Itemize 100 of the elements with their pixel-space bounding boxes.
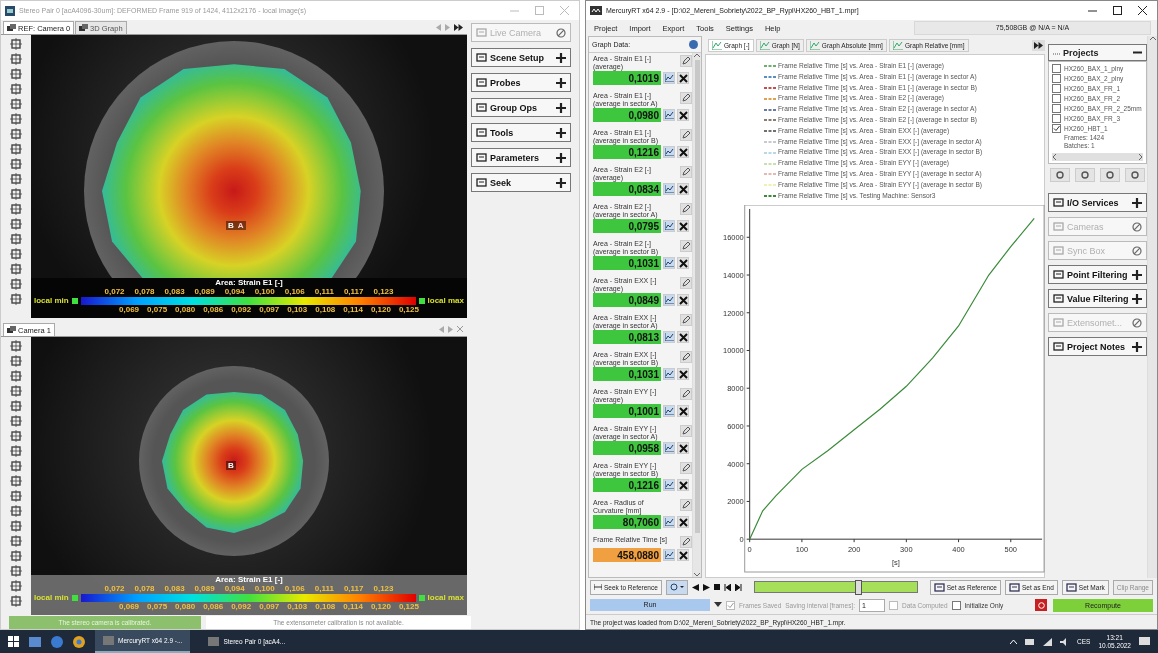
stop-button[interactable] [1035,599,1047,611]
app-icon [590,6,602,15]
grid-icon [10,218,22,230]
scale-tick-label: 0,111 [314,287,334,296]
chart-button[interactable] [663,516,675,528]
chart-button[interactable] [663,549,675,561]
panel-button[interactable]: Scene Setup [471,48,571,67]
chart-icon [664,111,674,119]
scale-tick-label: 0,103 [287,602,308,611]
right-arrow-icon [448,325,453,333]
power-icon [1037,601,1045,609]
loop-button[interactable] [665,579,688,595]
panel-button[interactable]: Group Ops [471,98,571,117]
legend-line-icon [764,64,776,69]
chart-icon [664,148,674,156]
project-tool-button[interactable] [1050,168,1071,182]
chart-icon [664,222,674,230]
probe-label: B [228,461,234,470]
colorbar-title: Area: Strain E1 [-] [215,575,283,584]
project-tool-button[interactable] [1075,168,1096,182]
legend-line-icon [764,172,776,177]
scale-tick-label: 0,094 [224,287,245,296]
chart-button[interactable] [663,368,675,380]
scale-tick-label: 0,114 [343,305,363,314]
skip-end-icon [734,583,742,591]
projects-header[interactable]: Projects [1048,44,1147,61]
chart-button[interactable] [663,146,675,158]
value-display: 0,1001 [593,404,661,418]
app-icon [5,5,15,16]
disabled-icon [1132,221,1142,232]
checkbox[interactable] [1052,64,1061,73]
chart-button[interactable] [663,442,675,454]
value-display: 0,1031 [593,367,661,381]
chart-button[interactable] [663,183,675,195]
scale-tick-label: 0,092 [231,602,252,611]
scale-tick-label: 0,108 [315,305,336,314]
frame-slider[interactable] [753,581,918,593]
scale-tick-label: 0,080 [175,602,196,611]
project-tool-button[interactable] [1124,168,1145,182]
min-color-icon [71,594,78,601]
chart-icon [664,185,674,193]
scale-tick-label: 0,086 [203,602,224,611]
panel-button[interactable]: Seek [471,173,571,192]
grid-icon [10,293,22,305]
checkbox[interactable] [1052,124,1061,133]
checkbox[interactable] [1052,104,1061,113]
checkbox[interactable] [1052,74,1061,83]
chart-button[interactable] [663,109,675,121]
checkbox[interactable] [1052,84,1061,93]
value-display: 0,0813 [593,330,661,344]
panel-button[interactable]: Probes [471,73,571,92]
check-icon [727,601,734,609]
chart-button[interactable] [663,257,675,269]
checkbox[interactable] [1052,114,1061,123]
project-tool-button[interactable] [1099,168,1120,182]
checkbox[interactable] [1052,94,1061,103]
scale-tick-label: 0,075 [147,305,168,314]
max-color-icon [418,594,425,601]
more-tabs-button[interactable] [1032,39,1045,51]
scale-tick-label: 0,108 [315,602,336,611]
checkbox[interactable] [951,600,961,610]
scale-tick-label: 0,123 [373,584,394,593]
chart-button[interactable] [663,220,675,232]
panel-button[interactable]: Tools [471,123,571,142]
chart-icon [712,40,722,50]
caret-up-icon [1010,639,1018,644]
panel-button[interactable]: I/O Services [1048,193,1147,212]
panel-button[interactable]: Parameters [471,148,571,167]
chart-icon [664,259,674,267]
chart-button[interactable] [663,479,675,491]
panel-button[interactable]: Point Filtering [1048,265,1147,284]
legend-line-icon [764,96,776,101]
chart-icon [664,74,674,82]
value-display: 0,1216 [593,478,661,492]
grip-icon [1053,50,1061,55]
disabled-icon [1132,317,1142,328]
scale-tick-label: 0,078 [134,584,155,593]
scale-tick-label: 0,094 [224,584,245,593]
close-icon [560,6,569,15]
right-arrow-icon [445,23,450,31]
chart-button[interactable] [663,294,675,306]
square-icon [476,127,487,138]
legend-line-icon [764,118,776,123]
scale-min-label: local min [34,296,69,305]
chart-button[interactable] [663,72,675,84]
scale-tick-label: 0,078 [134,287,155,296]
scale-tick-label: 0,100 [254,287,275,296]
chart-button[interactable] [663,405,675,417]
chart-button[interactable] [663,331,675,343]
panel-button[interactable]: Value Filtering [1048,289,1147,308]
scale-tick-label: 0,117 [343,584,364,593]
scale-tick-label: 0,097 [259,305,280,314]
legend-line-icon [764,161,776,166]
left-arrow-icon [436,23,441,31]
scale-tick-label: 0,106 [284,287,305,296]
scale-tick-label: 0,080 [175,305,196,314]
scale-tick-label: 0,089 [194,287,215,296]
panel-button[interactable]: Project Notes [1048,337,1147,356]
slider-thumb[interactable] [855,580,863,595]
scale-tick-label: 0,106 [284,584,305,593]
